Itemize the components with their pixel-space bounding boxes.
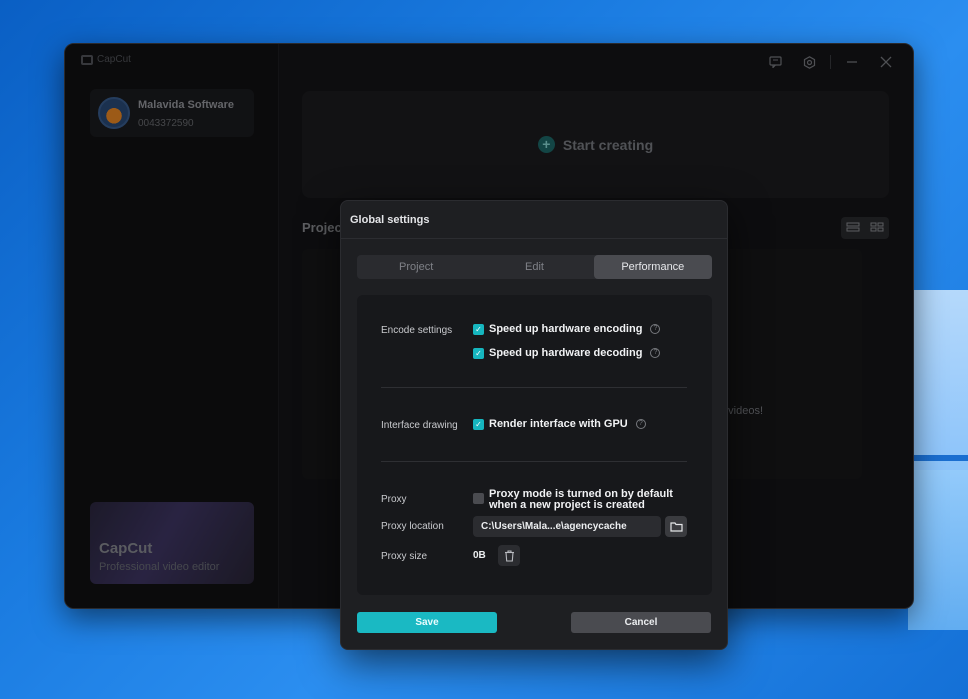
desktop-window-divider <box>908 455 968 461</box>
dialog-divider <box>341 238 727 239</box>
desktop-window-pane <box>908 290 968 470</box>
avatar <box>98 97 130 129</box>
hw-encoding-option[interactable]: ✓ Speed up hardware encoding ? <box>473 323 661 335</box>
browse-folder-button[interactable] <box>665 516 687 537</box>
tab-project[interactable]: Project <box>357 255 475 279</box>
brand-logo: CapCut <box>81 54 131 65</box>
proxy-mode-checkbox[interactable] <box>473 493 484 504</box>
gpu-render-label: Render interface with GPU <box>489 418 628 430</box>
settings-tabs: Project Edit Performance <box>357 255 712 279</box>
folder-icon <box>669 522 683 532</box>
global-settings-dialog: Global settings Project Edit Performance… <box>340 200 728 650</box>
encode-settings-label: Encode settings <box>381 325 453 336</box>
gpu-render-checkbox[interactable]: ✓ <box>473 418 484 430</box>
proxy-size-value: 0B <box>473 550 486 561</box>
info-icon[interactable]: ? <box>650 348 661 358</box>
hw-decoding-option[interactable]: ✓ Speed up hardware decoding ? <box>473 347 661 359</box>
dialog-title: Global settings <box>350 214 430 226</box>
interface-drawing-label: Interface drawing <box>381 420 458 431</box>
settings-gear-icon[interactable] <box>792 52 826 72</box>
feedback-icon[interactable] <box>758 52 792 72</box>
gpu-render-option[interactable]: ✓ Render interface with GPU ? <box>473 418 646 430</box>
hw-decoding-label: Speed up hardware decoding <box>489 347 643 359</box>
hw-encoding-checkbox[interactable]: ✓ <box>473 323 484 335</box>
hw-decoding-checkbox[interactable]: ✓ <box>473 347 484 359</box>
start-creating-button[interactable]: + Start creating <box>302 91 889 198</box>
proxy-size-label: Proxy size <box>381 551 428 562</box>
list-view-icon[interactable] <box>846 222 860 235</box>
promo-title: CapCut <box>99 540 153 557</box>
proxy-mode-option[interactable]: Proxy mode is turned on by default when … <box>473 489 673 511</box>
section-divider <box>381 461 687 462</box>
proxy-mode-line2: when a new project is created <box>489 499 645 511</box>
user-name: Malavida Software <box>138 99 234 111</box>
clear-proxy-button[interactable] <box>498 545 520 566</box>
tab-edit[interactable]: Edit <box>475 255 593 279</box>
section-divider <box>381 387 687 388</box>
proxy-location-field[interactable]: C:\Users\Mala...e\agencycache <box>473 516 661 537</box>
user-profile-card[interactable]: Malavida Software 0043372590 <box>90 89 254 137</box>
plus-icon: + <box>537 136 555 153</box>
view-toggle[interactable] <box>841 217 889 239</box>
user-id: 0043372590 <box>138 118 194 129</box>
trash-icon <box>504 549 514 562</box>
hw-encoding-label: Speed up hardware encoding <box>489 323 643 335</box>
proxy-mode-text: Proxy mode is turned on by default when … <box>489 489 673 511</box>
brand-name: CapCut <box>97 54 131 65</box>
promo-subtitle: Professional video editor <box>99 561 220 573</box>
proxy-label: Proxy <box>381 494 407 505</box>
titlebar-separator <box>830 55 831 69</box>
close-icon[interactable] <box>869 52 903 72</box>
desktop-window-pane-lower <box>908 470 968 630</box>
sidebar: CapCut Malavida Software 0043372590 CapC… <box>65 44 279 608</box>
cancel-button[interactable]: Cancel <box>571 612 711 633</box>
promo-banner[interactable]: CapCut Professional video editor <box>90 502 254 584</box>
performance-panel: Encode settings ✓ Speed up hardware enco… <box>357 295 712 595</box>
tab-performance[interactable]: Performance <box>593 255 712 279</box>
start-creating-label: Start creating <box>562 136 654 153</box>
info-icon[interactable]: ? <box>635 419 646 429</box>
save-button[interactable]: Save <box>357 612 497 633</box>
proxy-location-label: Proxy location <box>381 521 444 532</box>
minimize-icon[interactable] <box>835 52 869 72</box>
titlebar-controls <box>758 52 903 72</box>
grid-view-icon[interactable] <box>870 222 884 235</box>
info-icon[interactable]: ? <box>650 324 661 334</box>
capcut-logo-icon <box>81 54 93 65</box>
